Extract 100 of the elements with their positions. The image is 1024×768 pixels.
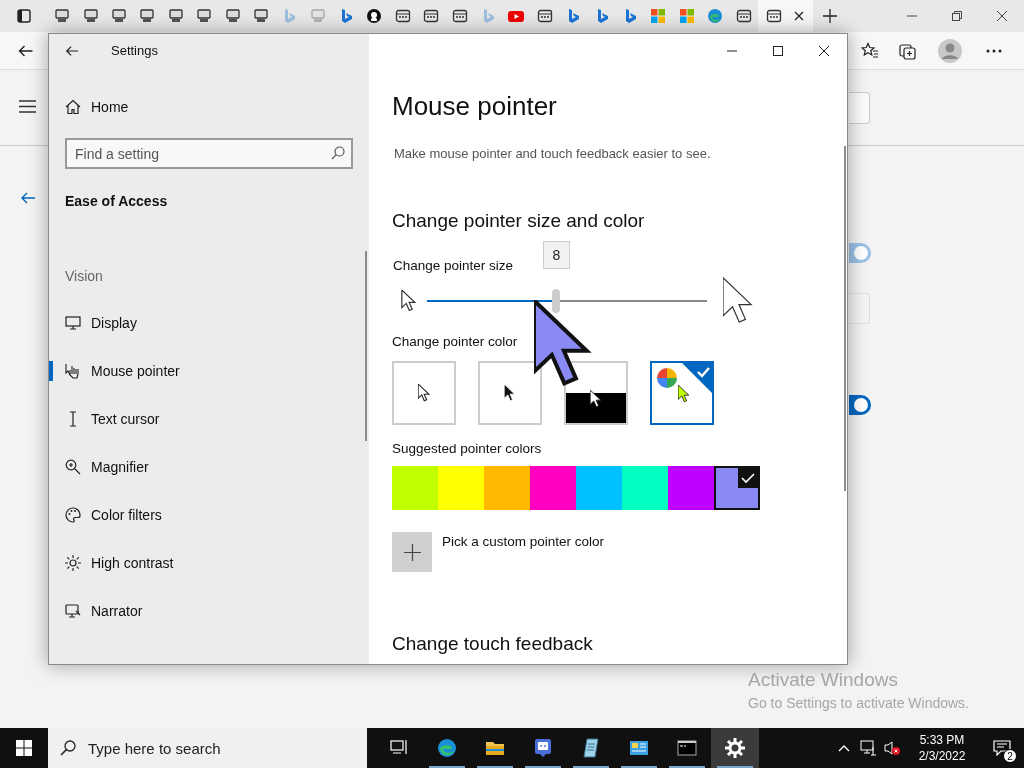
color-swatch[interactable] [392,466,438,510]
nav-item[interactable]: Narrator [49,587,369,635]
monitor-icon [65,603,81,619]
nav-item[interactable]: Text cursor [49,395,369,443]
activation-title: Activate Windows [748,668,899,692]
notifications-button[interactable]: 2 [980,728,1024,768]
taskbar-button[interactable] [711,728,759,768]
browser-tab[interactable] [757,0,813,32]
computer-icon [139,8,156,24]
chat-icon [533,738,553,758]
sun-icon [65,555,81,571]
nav-item[interactable]: Display [49,299,369,347]
menu-icon[interactable] [19,100,36,113]
inverted-background [566,393,626,423]
clock-button[interactable]: 5:33 PM 2/3/2022 [904,728,980,768]
suggested-label: Suggested pointer colors [392,440,543,458]
chevron-up-icon [838,744,850,752]
pointer-hand-icon [65,363,81,379]
nav-item[interactable]: Color filters [49,491,369,539]
search-field[interactable]: Find a setting [65,138,353,169]
window-icon [536,8,553,24]
pointer-icon [504,384,516,402]
color-label: Change pointer color [392,333,519,351]
logo-icon [366,8,383,24]
muted-speaker-icon [884,740,900,756]
slider-thumb[interactable] [551,289,560,313]
color-wheel-icon [657,368,677,388]
section-heading: Change pointer size and color [392,209,646,233]
color-swatch[interactable] [530,466,576,510]
more-icon [986,48,1002,53]
input-field[interactable] [849,92,870,124]
window-icon [766,8,783,24]
large-pointer-icon [723,276,754,326]
section-title: Ease of Access [65,192,169,211]
collections-icon [899,41,917,60]
computer-icon [196,8,213,24]
value-tooltip: 8 [542,241,570,269]
small-pointer-icon [401,290,417,312]
nav-item[interactable]: Magnifier [49,443,369,491]
display-icon [65,315,81,331]
computer-icon [252,8,269,24]
pointer-icon [590,390,602,408]
back-icon[interactable] [19,190,37,206]
close-icon [996,11,1007,21]
check-corner-icon [682,363,712,393]
search-icon [60,740,76,756]
home-link[interactable]: Home [49,91,369,123]
color-swatch[interactable] [714,466,760,510]
pointer-icon [678,385,690,403]
window-icon [394,8,411,24]
window-icon [423,8,440,24]
check-icon [738,468,758,488]
plus-icon [822,9,837,23]
back-icon [65,43,79,58]
nav-item[interactable]: High contrast [49,539,369,587]
window-title: Settings [111,41,158,60]
add-color-button[interactable] [392,532,432,572]
computer-icon [54,8,71,24]
zoom-icon [65,459,81,475]
notification-badge: 2 [1003,749,1017,763]
nav-item[interactable]: Mouse pointer [49,347,369,395]
star-icon [861,41,879,60]
maximize-icon [773,45,783,56]
custom-color-label: Pick a custom pointer color [442,533,605,551]
color-swatch[interactable] [622,466,668,510]
window-icon [735,8,752,24]
pointer-color-option[interactable] [650,361,714,425]
activation-subtitle: Go to Settings to activate Windows. [748,694,969,713]
computer-icon [110,8,127,24]
tab-actions-icon [17,9,31,23]
logo-icon [437,738,457,758]
close-icon [794,11,805,21]
dropdown-field[interactable] [849,293,870,324]
color-swatch[interactable] [484,466,530,510]
home-icon [65,99,81,115]
computer-icon [224,8,241,24]
control-panel-icon [629,738,649,758]
computer-icon [167,8,184,24]
restore-icon [951,11,962,21]
search-box[interactable]: Type here to search [48,728,367,768]
group-label: Vision [65,267,104,286]
plus-icon [403,543,421,561]
terminal-icon [677,738,697,758]
logo-icon [707,8,724,24]
pointer-icon [418,384,430,402]
gear-icon [725,738,745,758]
toggle-switch[interactable] [849,395,871,415]
close-icon [819,45,829,56]
search-icon [331,146,345,160]
palette-icon [65,507,81,523]
network-icon [860,740,876,756]
color-swatch[interactable] [438,466,484,510]
computer-icon [309,8,326,24]
page-description: Make mouse pointer and touch feedback easier to see. [393,145,712,163]
color-swatch[interactable] [668,466,714,510]
computer-icon [82,8,99,24]
color-swatch[interactable] [576,466,622,510]
notepad-icon [581,738,601,758]
windows-icon [16,740,32,756]
four-squares-icon [650,8,667,24]
